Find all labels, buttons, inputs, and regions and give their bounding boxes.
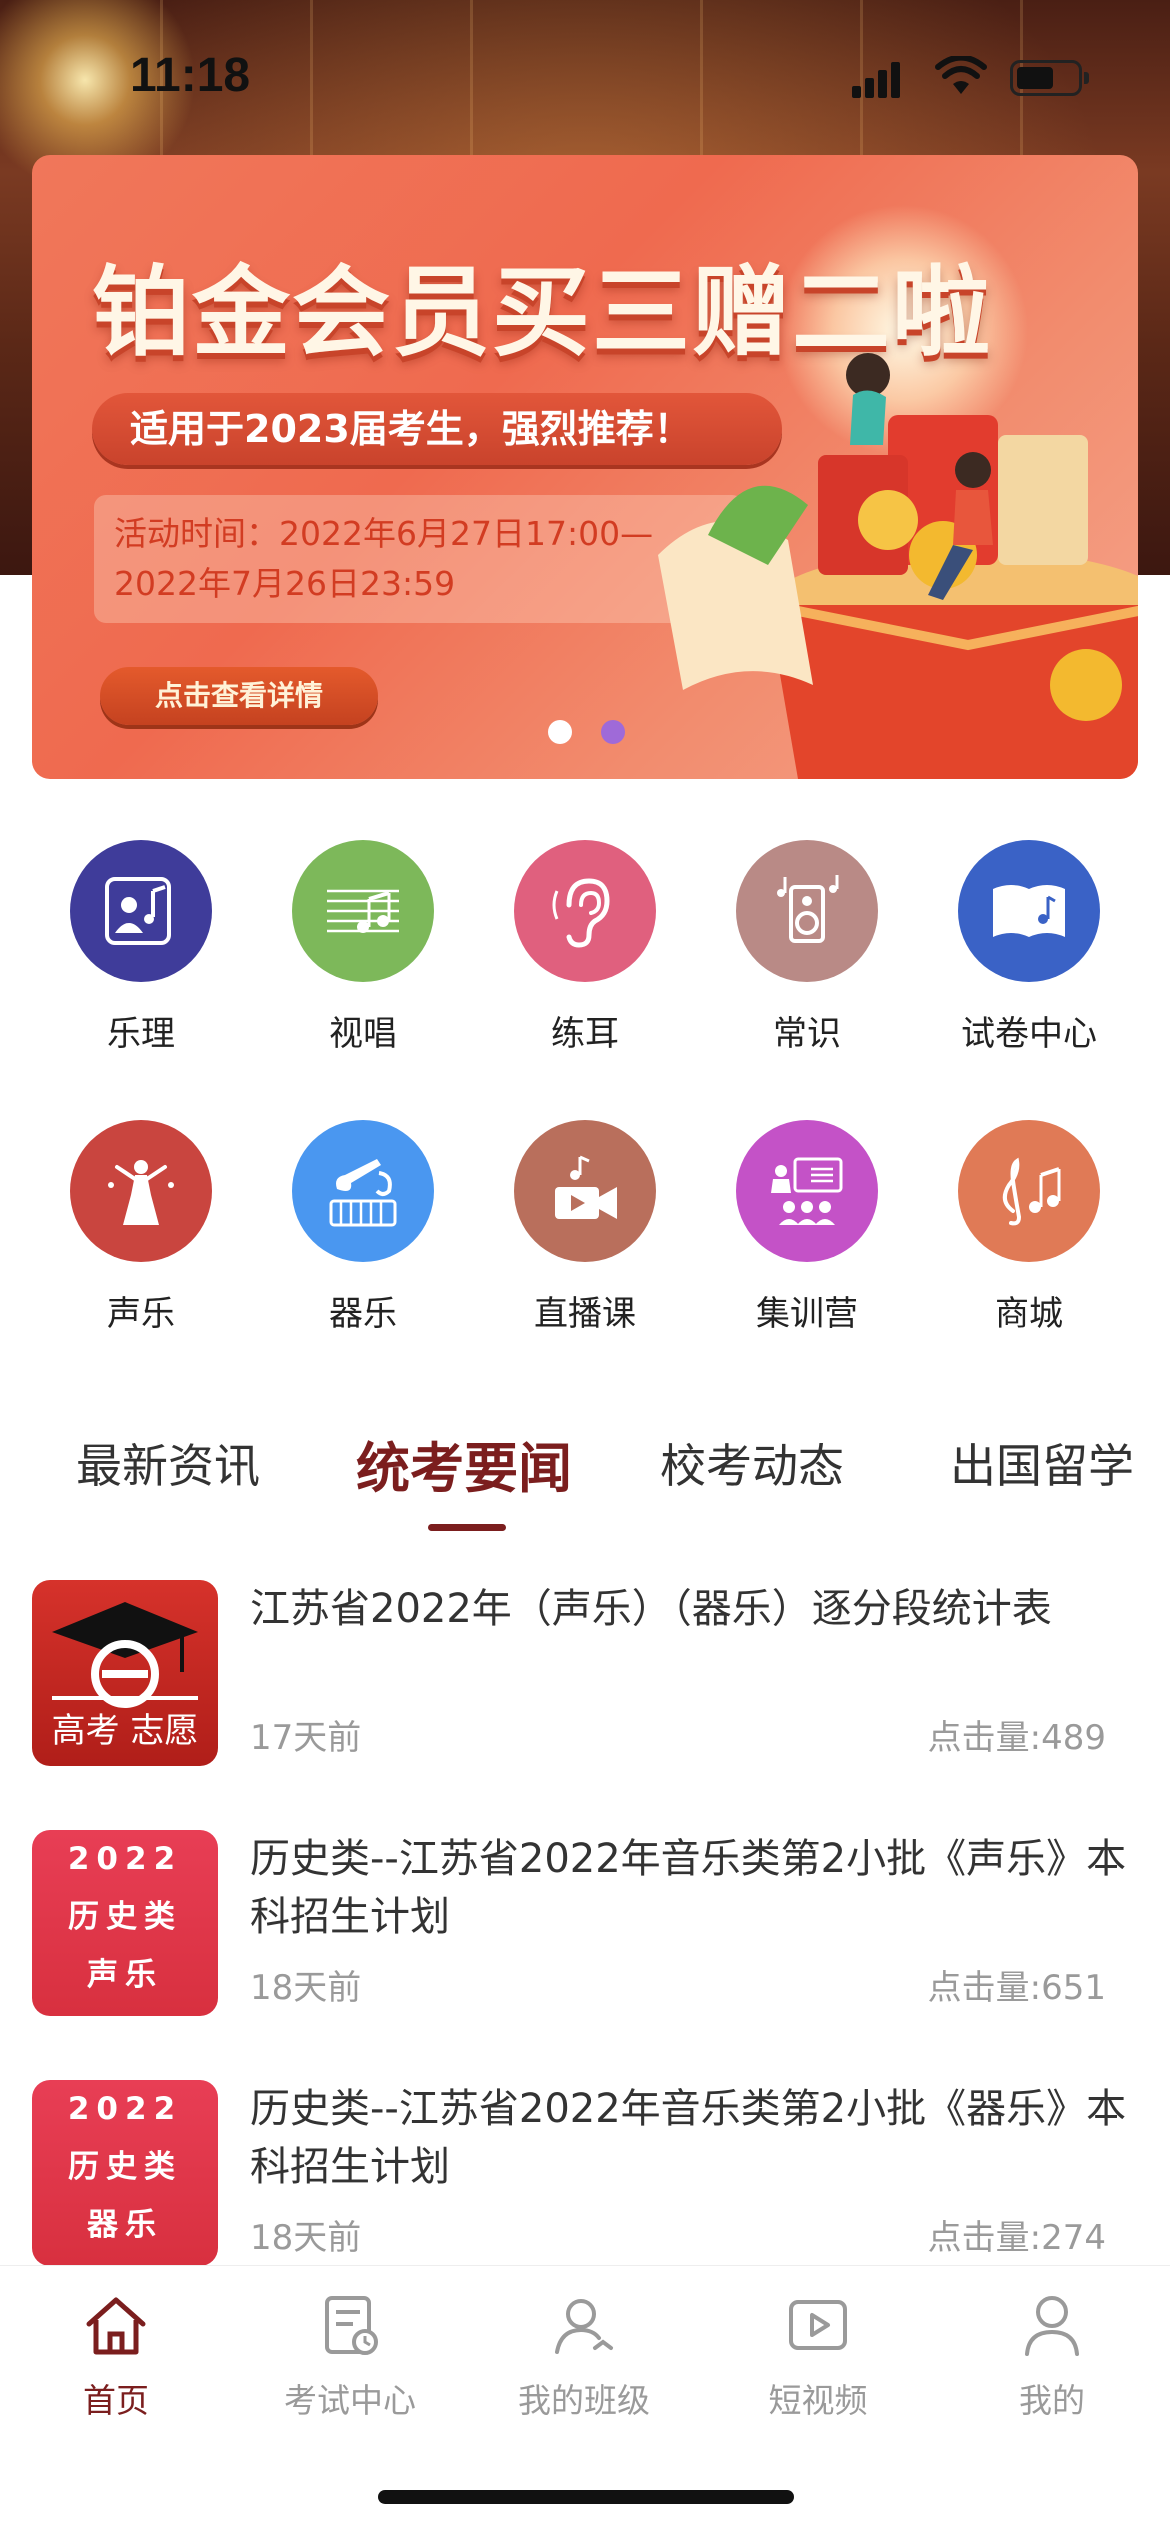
nav-home[interactable]: 首页: [16, 2290, 216, 2422]
short-video-icon: [789, 2300, 847, 2350]
news-title: 历史类--江苏省2022年音乐类第2小批《声乐》本科招生计划: [250, 1836, 1127, 1940]
banner-dot-2[interactable]: [601, 720, 625, 744]
tab-school-exam-updates[interactable]: 校考动态: [660, 1430, 844, 1496]
thumb-line: 历史类: [68, 1899, 182, 1935]
category-music-knowledge[interactable]: 常识: [707, 840, 907, 1055]
nav-label: 我的班级: [518, 2381, 650, 2420]
training-camp-icon: [736, 1120, 878, 1262]
category-label: 商城: [995, 1294, 1063, 1334]
live-class-icon: [514, 1120, 656, 1262]
news-tabs: 最新资讯 统考要闻 校考动态 出国留学: [0, 1430, 1170, 1540]
category-instrument[interactable]: 器乐: [263, 1120, 463, 1335]
thumb-logo-text: 高考 志愿: [52, 1711, 199, 1751]
ear-training-icon: [514, 840, 656, 982]
nav-label: 我的: [1019, 2381, 1085, 2420]
category-label: 乐理: [107, 1014, 175, 1054]
home-indicator: [378, 2490, 794, 2504]
category-live-class[interactable]: 直播课: [485, 1120, 685, 1335]
thumb-line: 声乐: [87, 1957, 163, 1993]
category-ear-training[interactable]: 练耳: [485, 840, 685, 1055]
category-label: 练耳: [551, 1014, 619, 1054]
gift-box-illustration: [658, 353, 1138, 779]
category-label: 器乐: [329, 1294, 397, 1334]
wifi-icon: [935, 56, 987, 94]
active-tab-indicator: [428, 1524, 506, 1531]
news-view-count: 点击量:274: [927, 2218, 1106, 2258]
nav-profile[interactable]: 我的: [952, 2290, 1152, 2422]
category-label: 视唱: [329, 1014, 397, 1054]
nav-label: 首页: [83, 2381, 149, 2420]
category-label: 常识: [773, 1014, 841, 1054]
nav-short-video[interactable]: 短视频: [718, 2290, 918, 2422]
sight-singing-icon: [292, 840, 434, 982]
nav-label: 短视频: [768, 2381, 868, 2420]
category-label: 集训营: [756, 1294, 858, 1334]
exam-center-icon: [325, 2296, 378, 2355]
banner-dot-1[interactable]: [548, 720, 572, 744]
shop-icon: [958, 1120, 1100, 1262]
thumb-line: 历史类: [68, 2149, 182, 2185]
thumb-line: 器乐: [87, 2207, 163, 2243]
cellular-signal-icon: [852, 62, 900, 98]
list-item[interactable]: 2022 历史类 器乐 历史类--江苏省2022年音乐类第2小批《器乐》本科招生…: [0, 2080, 1170, 2280]
category-exam-papers[interactable]: 试卷中心: [929, 840, 1129, 1055]
music-knowledge-icon: [736, 840, 878, 982]
category-sight-singing[interactable]: 视唱: [263, 840, 463, 1055]
tab-study-abroad[interactable]: 出国留学: [950, 1430, 1134, 1496]
profile-icon: [1025, 2296, 1079, 2356]
nav-my-class[interactable]: 我的班级: [484, 2290, 684, 2422]
category-label: 声乐: [107, 1294, 175, 1334]
tab-latest-news[interactable]: 最新资讯: [76, 1430, 260, 1496]
battery-icon: [1010, 60, 1089, 96]
news-view-count: 点击量:489: [927, 1718, 1106, 1758]
tab-unified-exam-news[interactable]: 统考要闻: [356, 1424, 572, 1503]
category-shop[interactable]: 商城: [929, 1120, 1129, 1335]
my-class-icon: [555, 2299, 613, 2354]
category-label: 直播课: [534, 1294, 636, 1334]
news-view-count: 点击量:651: [927, 1968, 1106, 2008]
banner-pagination: [548, 720, 638, 748]
news-date: 18天前: [250, 1968, 362, 2008]
category-label: 试卷中心: [961, 1014, 1097, 1054]
banner-details-button[interactable]: 点击查看详情: [100, 667, 378, 725]
thumb-line: 2022: [67, 1841, 183, 1877]
gaokao-logo-icon: 高考 志愿: [52, 1602, 199, 1751]
nav-label: 考试中心: [284, 2381, 416, 2420]
category-vocal[interactable]: 声乐: [41, 1120, 241, 1335]
music-theory-icon: [70, 840, 212, 982]
news-thumbnail: 2022 历史类 声乐: [32, 1830, 218, 2016]
home-icon: [86, 2297, 146, 2355]
instrument-icon: [292, 1120, 434, 1262]
category-training-camp[interactable]: 集训营: [707, 1120, 907, 1335]
news-title: 历史类--江苏省2022年音乐类第2小批《器乐》本科招生计划: [250, 2086, 1127, 2190]
list-item[interactable]: 高考 志愿 江苏省2022年（声乐）（器乐）逐分段统计表 17天前 点击量:48…: [0, 1580, 1170, 1780]
news-thumbnail: 2022 历史类 器乐: [32, 2080, 218, 2266]
nav-exam-center[interactable]: 考试中心: [250, 2290, 450, 2422]
status-bar: 11:18: [0, 0, 1170, 150]
status-time: 11:18: [130, 49, 251, 102]
news-thumbnail: 高考 志愿: [32, 1580, 218, 1766]
news-date: 18天前: [250, 2218, 362, 2258]
exam-papers-icon: [958, 840, 1100, 982]
news-title: 江苏省2022年（声乐）（器乐）逐分段统计表: [250, 1586, 1052, 1632]
news-date: 17天前: [250, 1718, 362, 1758]
vocal-icon: [70, 1120, 212, 1262]
list-item[interactable]: 2022 历史类 声乐 历史类--江苏省2022年音乐类第2小批《声乐》本科招生…: [0, 1830, 1170, 2030]
category-music-theory[interactable]: 乐理: [41, 840, 241, 1055]
thumb-line: 2022: [67, 2091, 183, 2127]
promo-banner[interactable]: 铂金会员买三赠二啦 适用于2023届考生，强烈推荐！ 活动时间：2022年6月2…: [32, 155, 1138, 779]
